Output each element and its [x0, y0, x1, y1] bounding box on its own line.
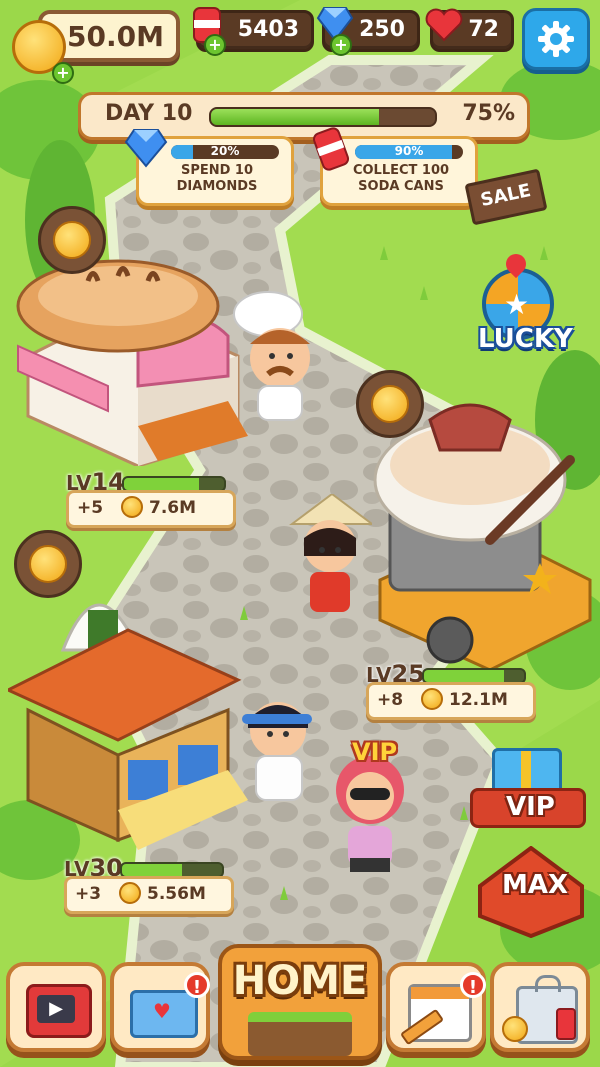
calendar-button[interactable]: !	[386, 962, 486, 1052]
star-icon: ★	[504, 288, 530, 321]
onigiri-shop[interactable]	[8, 560, 258, 860]
income-info: +5 7.6M	[66, 490, 236, 528]
vip-customer-tag: VIP	[352, 738, 398, 766]
mail-button[interactable]: ♥ !	[110, 962, 210, 1052]
day-label: DAY 10	[105, 101, 193, 126]
vip-button[interactable]: VIP	[470, 738, 586, 834]
onigiri-income-marker[interactable]	[14, 530, 82, 598]
task-title: SPEND 10 DIAMONDS	[149, 163, 285, 195]
income-value: 5.56M	[147, 884, 206, 904]
bonus-value: +3	[75, 884, 102, 904]
day-progress-percent: 75%	[462, 101, 515, 126]
chef-character[interactable]	[228, 288, 328, 428]
level-progress-fill	[424, 670, 504, 682]
income-value: 12.1M	[449, 690, 508, 710]
add-soda-button[interactable]: +	[204, 34, 226, 56]
task-progress-label: 90%	[394, 145, 424, 158]
task-progress-label: 20%	[210, 145, 240, 158]
task-title-line: DIAMONDS	[176, 179, 258, 194]
settings-button[interactable]	[522, 8, 590, 70]
bonus-value: +8	[377, 690, 404, 710]
diamond-icon	[124, 129, 168, 168]
lucky-label: LUCKY	[478, 324, 573, 354]
income-info: +3 5.56M	[64, 876, 234, 914]
diamond-value: 250	[359, 17, 405, 42]
add-coins-button[interactable]: +	[52, 62, 74, 84]
level-progress-fill	[122, 864, 182, 876]
gear-icon	[538, 21, 574, 57]
vip-label: VIP	[506, 792, 555, 822]
video-ads-button[interactable]: ▶	[6, 962, 106, 1052]
mail-alert-badge: !	[184, 972, 210, 998]
task-progress-bar: 90%	[355, 145, 463, 159]
coin-icon	[502, 1016, 528, 1042]
bakery-income-marker[interactable]	[38, 206, 106, 274]
task-title: COLLECT 100 SODA CANS	[333, 163, 469, 195]
day-progress-bar	[209, 107, 437, 127]
grass-block-icon	[248, 1012, 352, 1056]
task-title-line: SODA CANS	[358, 179, 444, 194]
coin-icon	[29, 545, 67, 583]
coin-icon	[371, 385, 409, 423]
income-info: +8 12.1M	[366, 682, 536, 720]
add-diamond-button[interactable]: +	[330, 34, 352, 56]
heart-icon	[425, 8, 463, 42]
task-title-line: COLLECT 100	[352, 163, 450, 178]
task-progress-bar: 20%	[171, 145, 279, 159]
coin-icon	[421, 688, 443, 710]
tv-icon: ▶	[26, 984, 92, 1038]
coin-icon	[121, 496, 143, 518]
home-label: HOME	[232, 958, 368, 1004]
max-button[interactable]: MAX	[478, 846, 584, 938]
max-label: MAX	[502, 870, 569, 900]
bonus-value: +5	[77, 498, 104, 518]
soda-can-icon	[312, 127, 350, 171]
coin-icon	[53, 221, 91, 259]
sale-sign-label: SALE	[478, 179, 533, 212]
soda-can-icon	[556, 1008, 576, 1040]
day-progress-fill	[211, 109, 379, 125]
soda-can-value: 5403	[237, 17, 299, 42]
coins-value: 50.0M	[67, 19, 164, 53]
coin-icon	[119, 882, 141, 904]
income-value: 7.6M	[149, 498, 197, 518]
shop-button[interactable]	[490, 962, 590, 1052]
calendar-alert-badge: !	[460, 972, 486, 998]
hearts-value: 72	[468, 17, 499, 42]
home-button[interactable]: HOME	[218, 944, 382, 1060]
lucky-wheel-button[interactable]: ★ LUCKY	[472, 249, 573, 364]
bakery-shop[interactable]	[8, 236, 258, 466]
mail-icon: ♥	[130, 990, 198, 1038]
level-progress-fill	[124, 478, 199, 490]
customer-girl[interactable]	[282, 494, 372, 624]
task-title-line: SPEND 10	[180, 163, 254, 178]
noodle-income-marker[interactable]	[356, 370, 424, 438]
cook-character[interactable]	[232, 690, 332, 810]
